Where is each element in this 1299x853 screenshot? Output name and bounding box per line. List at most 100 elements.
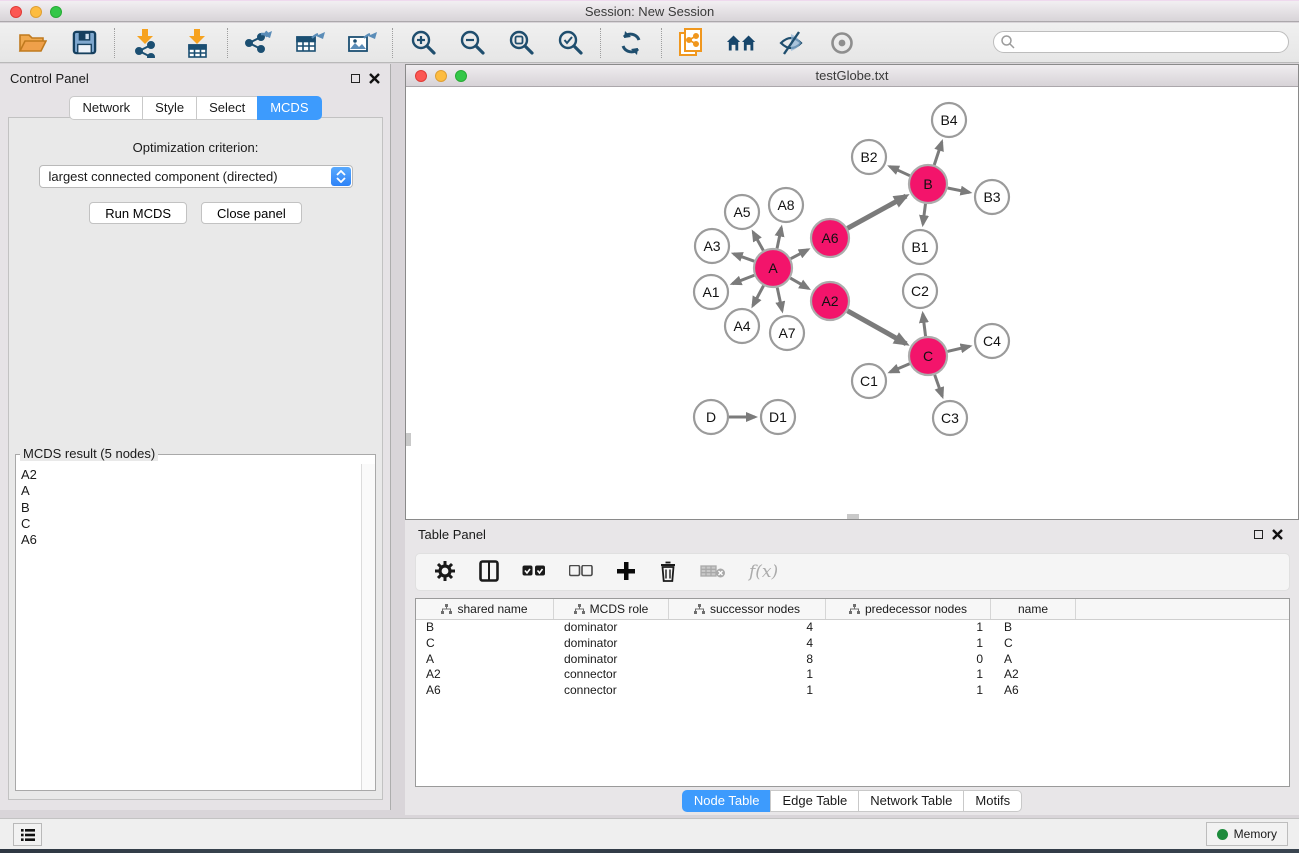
mcds-result-item[interactable]: C bbox=[21, 516, 361, 532]
table-row[interactable]: Adominator80A bbox=[416, 652, 1289, 668]
refresh-icon[interactable] bbox=[615, 28, 647, 58]
table-header-row[interactable]: shared nameMCDS rolesuccessor nodesprede… bbox=[416, 599, 1289, 620]
graph-node-B3[interactable]: B3 bbox=[975, 180, 1009, 214]
birds-eye-view-icon[interactable] bbox=[826, 28, 858, 58]
settings-gear-icon[interactable] bbox=[434, 560, 456, 585]
memory-button[interactable]: Memory bbox=[1206, 822, 1288, 846]
run-mcds-button[interactable]: Run MCDS bbox=[89, 202, 187, 224]
zoom-window-button[interactable] bbox=[50, 6, 62, 18]
graph-node-C1[interactable]: C1 bbox=[852, 364, 886, 398]
table-row[interactable]: A2connector11A2 bbox=[416, 667, 1289, 683]
table-cell[interactable]: 4 bbox=[669, 636, 826, 652]
delete-column-icon[interactable] bbox=[659, 560, 677, 585]
graph-edge-C-C3[interactable] bbox=[935, 375, 943, 396]
zoom-selected-icon[interactable] bbox=[554, 28, 586, 58]
graph-node-D1[interactable]: D1 bbox=[761, 400, 795, 434]
save-session-icon[interactable] bbox=[68, 28, 100, 58]
minimize-window-button[interactable] bbox=[30, 6, 42, 18]
table-cell[interactable]: A6 bbox=[991, 683, 1076, 699]
column-header-name[interactable]: name bbox=[991, 599, 1076, 619]
select-all-columns-icon[interactable] bbox=[522, 565, 546, 580]
graph-edge-A-A4[interactable] bbox=[753, 286, 764, 306]
table-cell[interactable]: 1 bbox=[826, 683, 991, 699]
table-cell[interactable]: dominator bbox=[554, 652, 669, 668]
table-float-panel-icon[interactable] bbox=[1254, 530, 1263, 539]
graph-node-A8[interactable]: A8 bbox=[769, 188, 803, 222]
export-image-icon[interactable] bbox=[346, 28, 378, 58]
table-row[interactable]: Bdominator41B bbox=[416, 620, 1289, 636]
graph-edge-B-B1[interactable] bbox=[923, 204, 926, 224]
network-hscroll-thumb[interactable] bbox=[847, 514, 859, 519]
table-cell[interactable]: A bbox=[416, 652, 554, 668]
table-cell[interactable]: C bbox=[991, 636, 1076, 652]
graph-edge-C-C4[interactable] bbox=[947, 346, 969, 351]
table-cell[interactable]: 4 bbox=[669, 620, 826, 636]
table-cell[interactable]: B bbox=[991, 620, 1076, 636]
graph-node-A4[interactable]: A4 bbox=[725, 309, 759, 343]
graph-node-B4[interactable]: B4 bbox=[932, 103, 966, 137]
function-builder-icon[interactable]: f(x) bbox=[749, 562, 778, 582]
graph-edge-B-B2[interactable] bbox=[890, 167, 910, 176]
import-table-icon[interactable] bbox=[181, 28, 213, 58]
graph-edge-A-A2[interactable] bbox=[790, 278, 808, 288]
tab-motifs[interactable]: Motifs bbox=[963, 790, 1022, 812]
zoom-out-icon[interactable] bbox=[456, 28, 488, 58]
graph-node-C3[interactable]: C3 bbox=[933, 401, 967, 435]
graph-node-B[interactable]: B bbox=[909, 165, 947, 203]
zoom-in-icon[interactable] bbox=[407, 28, 439, 58]
tab-select[interactable]: Select bbox=[196, 96, 258, 120]
tab-network-table[interactable]: Network Table bbox=[858, 790, 964, 812]
graph-edge-A-A8[interactable] bbox=[777, 228, 781, 249]
network-vscroll-thumb[interactable] bbox=[406, 433, 411, 446]
table-cell[interactable]: connector bbox=[554, 683, 669, 699]
graph-edge-C-C1[interactable] bbox=[890, 364, 909, 372]
network-window-controls[interactable] bbox=[415, 70, 467, 82]
graph-node-A3[interactable]: A3 bbox=[695, 229, 729, 263]
graph-node-A2[interactable]: A2 bbox=[811, 282, 849, 320]
column-header-predecessor-nodes[interactable]: predecessor nodes bbox=[826, 599, 991, 619]
search-field[interactable] bbox=[993, 31, 1289, 53]
graph-node-A6[interactable]: A6 bbox=[811, 219, 849, 257]
graph-edge-A2-C[interactable] bbox=[847, 311, 906, 344]
add-column-icon[interactable] bbox=[616, 561, 636, 584]
zoom-fit-icon[interactable] bbox=[505, 28, 537, 58]
graph-node-C2[interactable]: C2 bbox=[903, 274, 937, 308]
table-cell[interactable]: C bbox=[416, 636, 554, 652]
table-cell[interactable]: B bbox=[416, 620, 554, 636]
graph-node-A5[interactable]: A5 bbox=[725, 195, 759, 229]
graph-node-C4[interactable]: C4 bbox=[975, 324, 1009, 358]
column-header-successor-nodes[interactable]: successor nodes bbox=[669, 599, 826, 619]
home-layout-icon[interactable] bbox=[726, 28, 758, 58]
table-cell[interactable]: A6 bbox=[416, 683, 554, 699]
table-row[interactable]: Cdominator41C bbox=[416, 636, 1289, 652]
result-scrollbar[interactable] bbox=[361, 464, 375, 790]
graph-node-B1[interactable]: B1 bbox=[903, 230, 937, 264]
mcds-result-item[interactable]: A6 bbox=[21, 532, 361, 548]
clone-network-icon[interactable] bbox=[676, 28, 708, 58]
close-panel-button[interactable]: Close panel bbox=[201, 202, 302, 224]
graph-node-C[interactable]: C bbox=[909, 337, 947, 375]
import-network-icon[interactable] bbox=[129, 28, 161, 58]
network-canvas[interactable]: B4B2BB3A8A5A6A3B1AA1C2A2A4A7C4CC1C3DD1 bbox=[406, 87, 1298, 519]
table-cell[interactable]: A2 bbox=[991, 667, 1076, 683]
network-zoom-button[interactable] bbox=[455, 70, 467, 82]
column-selector-icon[interactable] bbox=[479, 560, 499, 585]
mcds-result-item[interactable]: A2 bbox=[21, 467, 361, 483]
delete-table-icon[interactable] bbox=[700, 563, 726, 582]
table-close-panel-icon[interactable] bbox=[1272, 529, 1283, 540]
graph-edge-A-A6[interactable] bbox=[791, 250, 808, 259]
float-panel-icon[interactable] bbox=[351, 74, 360, 83]
search-input[interactable] bbox=[1016, 33, 1288, 51]
graph-edge-A-A1[interactable] bbox=[732, 275, 754, 283]
tab-network[interactable]: Network bbox=[69, 96, 143, 120]
network-minimize-button[interactable] bbox=[435, 70, 447, 82]
graph-edge-A-A5[interactable] bbox=[753, 232, 763, 250]
task-history-button[interactable] bbox=[13, 823, 42, 846]
tab-node-table[interactable]: Node Table bbox=[682, 790, 772, 812]
export-network-icon[interactable] bbox=[242, 28, 274, 58]
window-controls[interactable] bbox=[10, 6, 62, 18]
table-cell[interactable]: A bbox=[991, 652, 1076, 668]
table-cell[interactable]: A2 bbox=[416, 667, 554, 683]
graph-node-B2[interactable]: B2 bbox=[852, 140, 886, 174]
tab-style[interactable]: Style bbox=[142, 96, 197, 120]
